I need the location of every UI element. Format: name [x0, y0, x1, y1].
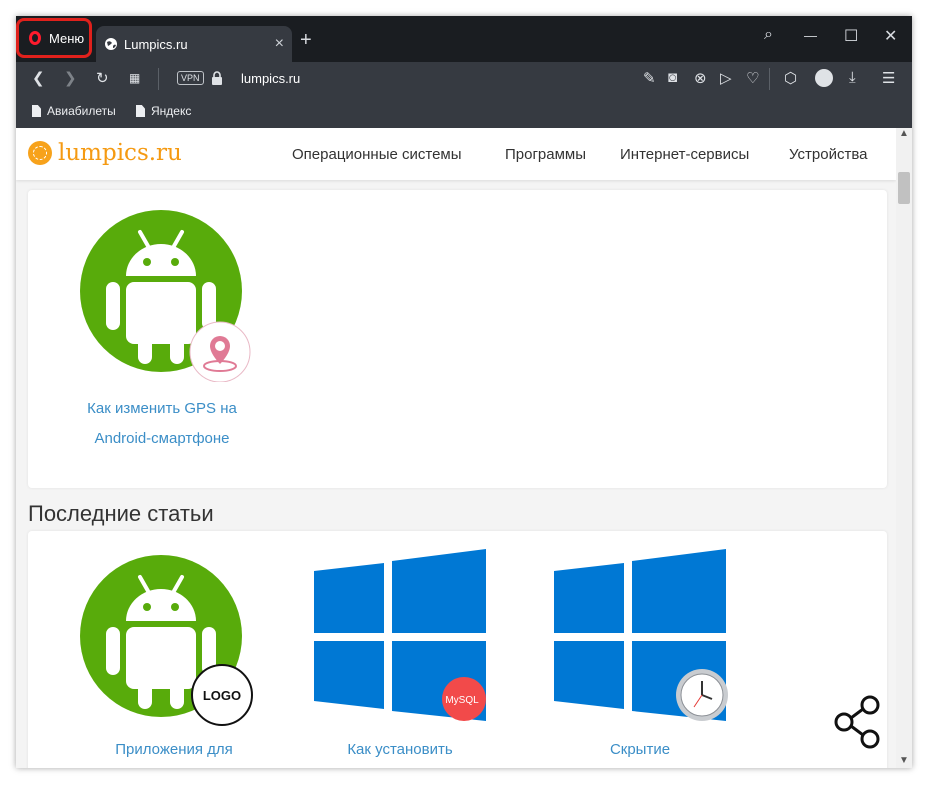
title-bar: Меню Lumpics.ru × + ⌕ — ☐ ✕ [16, 16, 912, 62]
windows-mysql-thumbnail[interactable]: MySQL [314, 549, 488, 721]
edit-icon[interactable]: ✎ [643, 69, 656, 87]
orange-logo-icon [28, 141, 52, 165]
browser-window: Меню Lumpics.ru × + ⌕ — ☐ ✕ ❮ ❯ ↻ ▦ VPN … [16, 16, 912, 768]
article-link-apps[interactable]: Приложения для [84, 735, 264, 765]
nav-item-programs[interactable]: Программы [505, 146, 586, 163]
address-bar[interactable]: lumpics.ru [241, 71, 300, 86]
globe-icon [105, 38, 117, 50]
nav-item-os[interactable]: Операционные системы [292, 146, 462, 163]
page-icon [136, 105, 145, 117]
tab-close-icon[interactable]: × [275, 35, 284, 53]
windows-clock-thumbnail[interactable] [554, 549, 728, 721]
opera-menu-button[interactable]: Меню [16, 18, 92, 58]
logo-text: lumpics.ru [58, 140, 182, 166]
mysql-badge-text: MySQL [445, 695, 479, 706]
maximize-button[interactable]: ☐ [844, 26, 858, 46]
tab-title: Lumpics.ru [124, 36, 188, 52]
toolbar-divider-2 [769, 68, 770, 90]
tab-lumpics[interactable]: Lumpics.ru × [96, 26, 292, 62]
profile-avatar-icon[interactable] [815, 69, 833, 87]
page-viewport: lumpics.ru Операционные системы Программ… [16, 128, 896, 768]
heart-icon[interactable]: ♡ [746, 69, 759, 87]
extensions-cube-icon[interactable]: ⬡ [784, 69, 797, 87]
vpn-badge[interactable]: VPN [177, 71, 204, 85]
article-link-hide[interactable]: Скрытие [552, 735, 728, 765]
search-icon[interactable]: ⌕ [764, 26, 773, 44]
site-header: lumpics.ru Операционные системы Программ… [16, 128, 896, 180]
bookmark-aviabilety[interactable]: Авиабилеты [32, 104, 116, 118]
lock-icon [212, 71, 222, 85]
close-window-button[interactable]: ✕ [884, 26, 897, 46]
site-logo[interactable]: lumpics.ru [28, 140, 182, 166]
nav-item-devices[interactable]: Устройства [789, 146, 867, 163]
bookmark-label: Авиабилеты [47, 104, 116, 118]
bookmarks-bar: Авиабилеты Яндекс [16, 96, 912, 128]
adblock-icon[interactable]: ⊗ [694, 69, 707, 87]
menu-label: Меню [49, 30, 85, 46]
nav-item-internet[interactable]: Интернет-сервисы [620, 146, 749, 163]
scrollbar-thumb[interactable] [898, 172, 910, 204]
featured-title-line1: Как изменить GPS на [87, 400, 237, 417]
android-logo-thumbnail[interactable]: LOGO [80, 555, 254, 727]
bookmark-label: Яндекс [151, 104, 192, 118]
featured-title-line2: Android-смартфоне [94, 430, 230, 447]
android-gps-thumbnail[interactable] [80, 210, 252, 382]
page-icon [32, 105, 41, 117]
featured-article-link[interactable]: Как изменить GPS на Android-смартфоне [58, 394, 266, 454]
latest-articles-heading: Последние статьи [28, 501, 214, 526]
reload-icon[interactable]: ↻ [96, 69, 109, 87]
featured-card: Как изменить GPS на Android-смартфоне [28, 190, 887, 488]
vertical-scrollbar[interactable]: ▲ ▼ [896, 128, 912, 768]
scroll-down-icon[interactable]: ▼ [899, 755, 909, 766]
new-tab-button[interactable]: + [300, 29, 312, 52]
bookmark-yandex[interactable]: Яндекс [136, 104, 191, 118]
address-toolbar: ❮ ❯ ↻ ▦ VPN lumpics.ru ✎ ◙ ⊗ ▷ ♡ ⬡ ⤓ ☰ [16, 62, 912, 96]
share-icon[interactable] [832, 695, 882, 749]
speed-dial-icon[interactable]: ▦ [129, 71, 140, 85]
logo-badge-text: LOGO [203, 688, 241, 703]
minimize-button[interactable]: — [804, 28, 817, 43]
camera-icon[interactable]: ◙ [668, 69, 677, 86]
toolbar-divider [158, 68, 159, 90]
send-icon[interactable]: ▷ [720, 69, 732, 87]
forward-icon[interactable]: ❯ [64, 69, 77, 87]
download-icon[interactable]: ⤓ [849, 69, 856, 86]
back-icon[interactable]: ❮ [32, 69, 45, 87]
scroll-up-icon[interactable]: ▲ [899, 128, 909, 139]
article-link-install[interactable]: Как установить [312, 735, 488, 765]
latest-articles-card: LOGO MySQL Приложения для Как установить… [28, 531, 887, 768]
easy-setup-icon[interactable]: ☰ [882, 69, 895, 87]
opera-logo-icon [29, 31, 41, 45]
